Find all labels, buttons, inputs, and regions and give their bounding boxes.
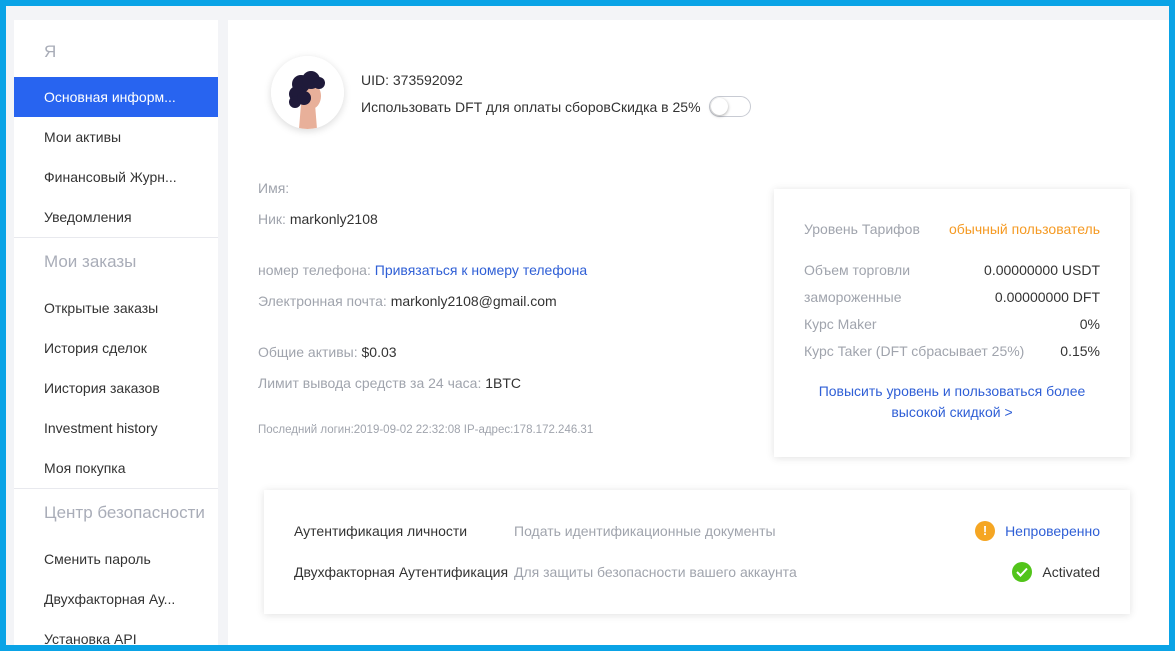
warning-icon: ! (975, 521, 996, 541)
sidebar-section-orders: Мои заказы (44, 252, 137, 271)
sidebar-item-trade-history[interactable]: История сделок (14, 328, 218, 368)
maker-rate-value: 0% (1079, 316, 1100, 332)
toggle-knob (710, 98, 728, 115)
dft-fee-toggle[interactable] (708, 96, 751, 117)
dft-fee-option: Использовать DFT для оплаты сборовСкидка… (361, 96, 751, 117)
phone-field: номер телефона: Привязаться к номеру тел… (258, 262, 587, 278)
app-frame: Я Основная информ... Мои активы Финансов… (0, 0, 1175, 651)
two-factor-status: Activated (1012, 562, 1100, 582)
fee-tier-card: Уровень Тарифов обычный пользователь Объ… (774, 189, 1130, 457)
email-field: Электронная почта: markonly2108@gmail.co… (258, 293, 557, 309)
maker-rate-label: Курс Maker (804, 316, 877, 332)
name-label: Имя: (258, 180, 290, 196)
identity-verification-row: Аутентификация личности Подать идентифик… (294, 519, 1100, 543)
last-login-info: Последний логин:2019-09-02 22:32:08 IP-а… (258, 424, 594, 436)
sidebar-item-open-orders[interactable]: Открытые заказы (14, 288, 218, 328)
two-factor-status-text: Activated (1042, 564, 1100, 580)
sidebar-item-order-history[interactable]: Иистория заказов (14, 368, 218, 408)
two-factor-row: Двухфакторная Аутентификация Для защиты … (294, 560, 1100, 584)
security-card: Аутентификация личности Подать идентифик… (264, 490, 1130, 614)
avatar (271, 56, 344, 129)
main-panel: UID: 373592092 Использовать DFT для опла… (228, 20, 1169, 645)
total-assets-label: Общие активы: (258, 344, 358, 360)
identity-title: Аутентификация личности (294, 523, 468, 539)
taker-rate-label: Курс Taker (DFT сбрасывает 25%) (804, 343, 1025, 359)
frozen-row: замороженные 0.00000000 DFT (804, 289, 1100, 305)
two-factor-desc: Для защиты безопасности вашего аккаунта (514, 564, 797, 580)
sidebar-item-financial-journal[interactable]: Финансовый Журн... (14, 157, 218, 197)
sidebar-section-me: Я (44, 42, 57, 61)
email-value: markonly2108@gmail.com (390, 293, 557, 309)
frozen-label: замороженные (804, 289, 902, 305)
sidebar-item-change-password[interactable]: Сменить пароль (14, 539, 218, 579)
sidebar-section-security: Центр безопасности (44, 503, 205, 522)
upgrade-line-1: Повысить уровень и пользоваться более (818, 383, 1086, 399)
sidebar-item-investment-history[interactable]: Investment history (14, 408, 218, 448)
sidebar-item-notifications[interactable]: Уведомления (14, 197, 218, 237)
nick-field: Ник: markonly2108 (258, 211, 378, 227)
sidebar-item-basic-info[interactable]: Основная информ... (14, 77, 218, 117)
user-uid: UID: 373592092 (361, 72, 463, 88)
fee-tier-label: Уровень Тарифов (804, 221, 920, 237)
sidebar-item-api-settings[interactable]: Установка API (14, 619, 218, 645)
upgrade-line-2: высокой скидкой > (891, 404, 1013, 420)
sidebar-item-my-assets[interactable]: Мои активы (14, 117, 218, 157)
withdraw-limit-value: 1BTC (485, 375, 522, 391)
upgrade-tier-link[interactable]: Повысить уровень и пользоваться более вы… (794, 381, 1110, 423)
nick-label: Ник: (258, 211, 286, 227)
taker-rate-value: 0.15% (1060, 343, 1100, 359)
total-assets-field: Общие активы: $0.03 (258, 344, 397, 360)
frozen-value: 0.00000000 DFT (994, 289, 1100, 305)
sidebar-item-my-purchase[interactable]: Моя покупка (14, 448, 218, 488)
total-assets-value: $0.03 (361, 344, 397, 360)
identity-desc: Подать идентификационные документы (514, 523, 776, 539)
bind-phone-link[interactable]: Привязаться к номеру телефона (375, 262, 587, 278)
dft-fee-label: Использовать DFT для оплаты сборовСкидка… (361, 98, 701, 115)
check-icon (1012, 562, 1033, 582)
taker-rate-row: Курс Taker (DFT сбрасывает 25%) 0.15% (804, 343, 1100, 359)
sidebar-divider (14, 488, 218, 489)
phone-label: номер телефона: (258, 262, 371, 278)
trade-volume-label: Объем торговли (804, 262, 911, 278)
sidebar-item-two-factor[interactable]: Двухфакторная Ау... (14, 579, 218, 619)
avatar-illustration-icon (271, 56, 344, 129)
withdraw-limit-label: Лимит вывода средств за 24 часа: (258, 375, 482, 391)
fee-tier-value: обычный пользователь (948, 221, 1100, 237)
two-factor-title: Двухфакторная Аутентификация (294, 564, 509, 580)
nick-value: markonly2108 (289, 211, 378, 227)
sidebar-divider (14, 237, 218, 238)
withdraw-limit-field: Лимит вывода средств за 24 часа: 1BTC (258, 375, 521, 391)
identity-status: ! Непроверенно (975, 521, 1100, 541)
fee-tier-row: Уровень Тарифов обычный пользователь (804, 221, 1100, 237)
email-label: Электронная почта: (258, 293, 387, 309)
sidebar: Я Основная информ... Мои активы Финансов… (14, 20, 218, 645)
trade-volume-value: 0.00000000 USDT (984, 262, 1100, 278)
maker-rate-row: Курс Maker 0% (804, 316, 1100, 332)
trade-volume-row: Объем торговли 0.00000000 USDT (804, 262, 1100, 278)
name-field: Имя: (258, 180, 289, 196)
identity-status-link[interactable]: Непроверенно (1005, 523, 1100, 539)
